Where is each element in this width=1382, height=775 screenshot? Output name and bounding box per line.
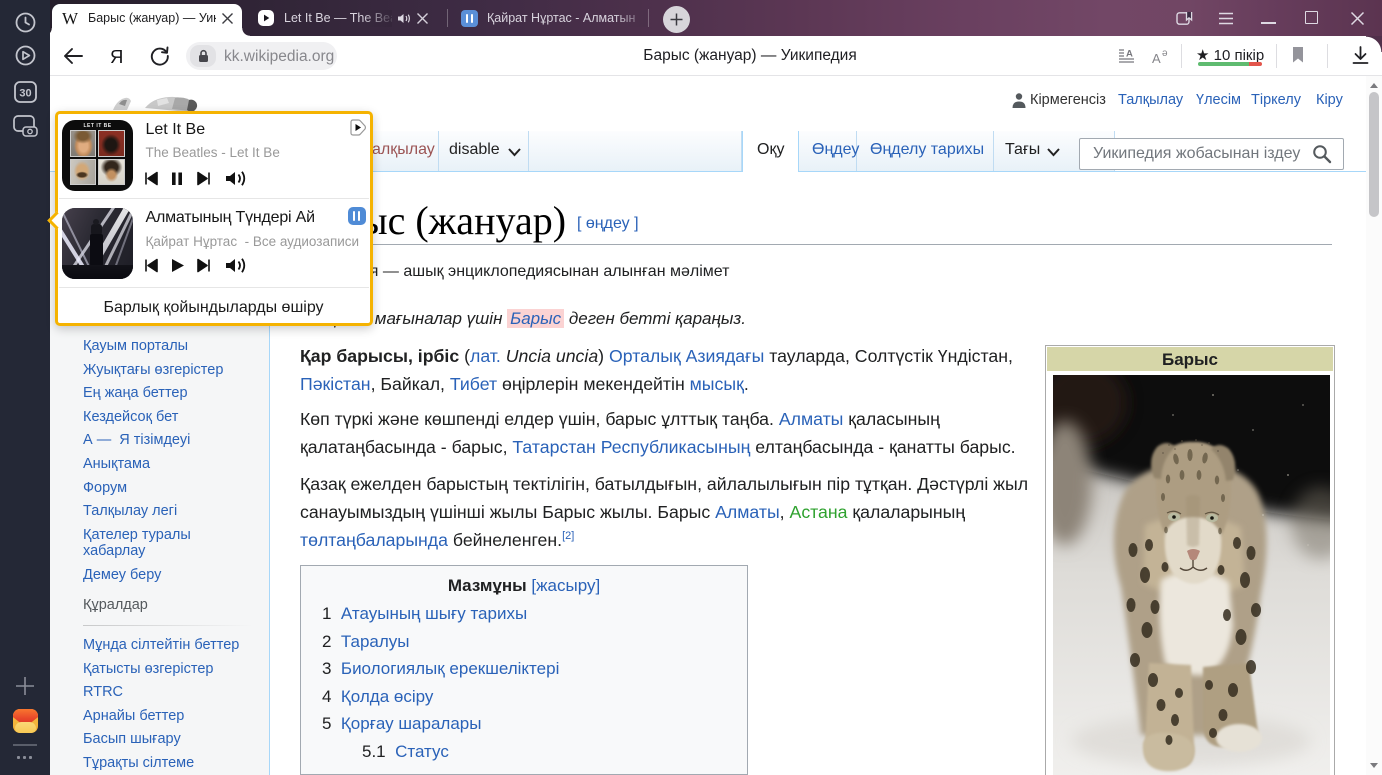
- svg-text:ә: ә: [1162, 48, 1168, 59]
- svg-text:A: A: [1126, 49, 1133, 60]
- svg-text:A: A: [1152, 51, 1161, 66]
- svg-text:30: 30: [19, 88, 31, 100]
